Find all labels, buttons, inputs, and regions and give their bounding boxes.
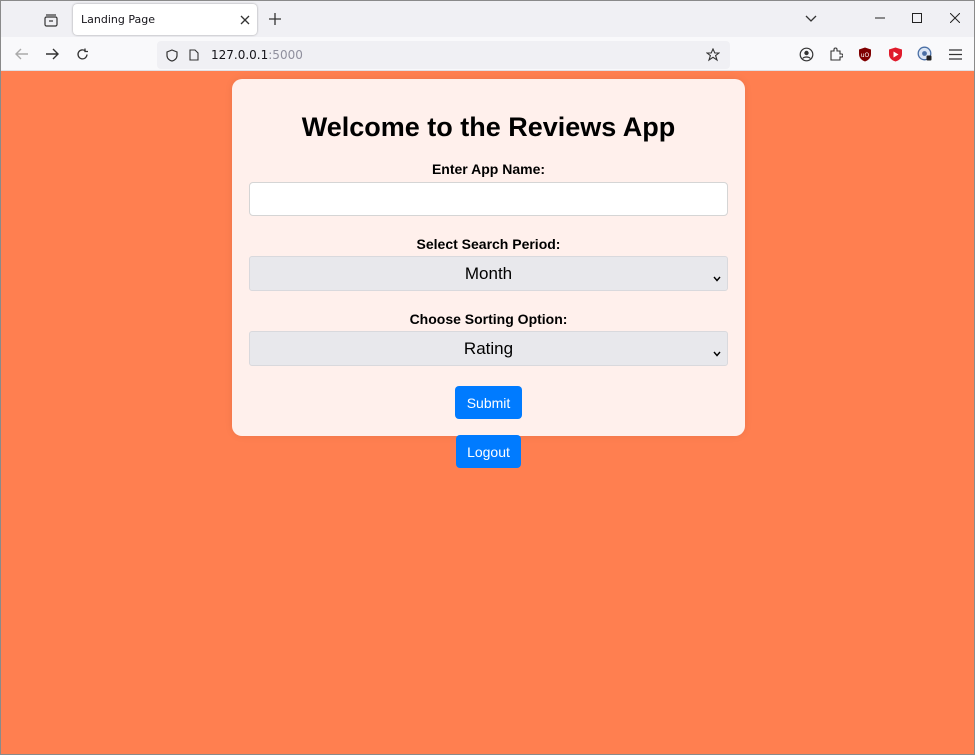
plus-icon[interactable]	[263, 7, 287, 31]
video-blocker-icon[interactable]	[884, 43, 906, 65]
extensions-icon[interactable]	[825, 43, 847, 65]
tab-landing-page[interactable]: Landing Page	[73, 4, 257, 35]
shield-icon[interactable]	[161, 44, 183, 66]
app-name-input[interactable]	[249, 182, 728, 216]
star-icon[interactable]	[702, 44, 724, 66]
form-card: Welcome to the Reviews App Enter App Nam…	[232, 79, 745, 436]
tab-title: Landing Page	[81, 13, 155, 26]
url-text[interactable]: 127.0.0.1:5000	[211, 48, 303, 62]
search-period-select[interactable]: Month	[249, 256, 728, 291]
sorting-option-select[interactable]: Rating	[249, 331, 728, 366]
maximize-icon[interactable]	[899, 3, 935, 33]
navigation-bar: 127.0.0.1:5000 uO	[1, 37, 974, 71]
page-content: Welcome to the Reviews App Enter App Nam…	[1, 72, 974, 754]
account-icon[interactable]	[795, 43, 817, 65]
page-icon[interactable]	[183, 44, 205, 66]
back-arrow-icon[interactable]	[9, 41, 35, 67]
svg-text:uO: uO	[861, 52, 870, 59]
search-period-label: Select Search Period:	[416, 236, 561, 252]
url-host: 127.0.0.1	[211, 48, 269, 62]
page-title: Welcome to the Reviews App	[301, 112, 676, 142]
search-period-value: Month	[464, 263, 513, 283]
chevron-down-icon	[713, 344, 721, 362]
url-port: :5000	[268, 48, 303, 62]
reload-icon[interactable]	[69, 41, 95, 67]
app-name-label: Enter App Name:	[431, 161, 546, 177]
logout-button[interactable]: Logout	[456, 435, 521, 468]
submit-button[interactable]: Submit	[455, 386, 522, 419]
privacy-extension-icon[interactable]	[914, 43, 936, 65]
ublock-icon[interactable]: uO	[854, 43, 876, 65]
chevron-down-icon	[713, 269, 721, 287]
sorting-option-value: Rating	[463, 338, 514, 358]
minimize-icon[interactable]	[862, 3, 898, 33]
chevron-down-icon[interactable]	[799, 7, 823, 31]
tab-strip: Landing Page	[1, 1, 974, 37]
sorting-option-label: Choose Sorting Option:	[409, 311, 568, 327]
browser-window: Landing Page 127.0.0.1:5000 uO Welcome t…	[0, 0, 975, 755]
menu-icon[interactable]	[944, 43, 966, 65]
close-icon[interactable]	[233, 8, 257, 32]
address-bar[interactable]: 127.0.0.1:5000	[157, 41, 730, 69]
close-window-icon[interactable]	[937, 3, 973, 33]
forward-arrow-icon[interactable]	[39, 41, 65, 67]
firefox-view-icon[interactable]	[37, 7, 65, 33]
